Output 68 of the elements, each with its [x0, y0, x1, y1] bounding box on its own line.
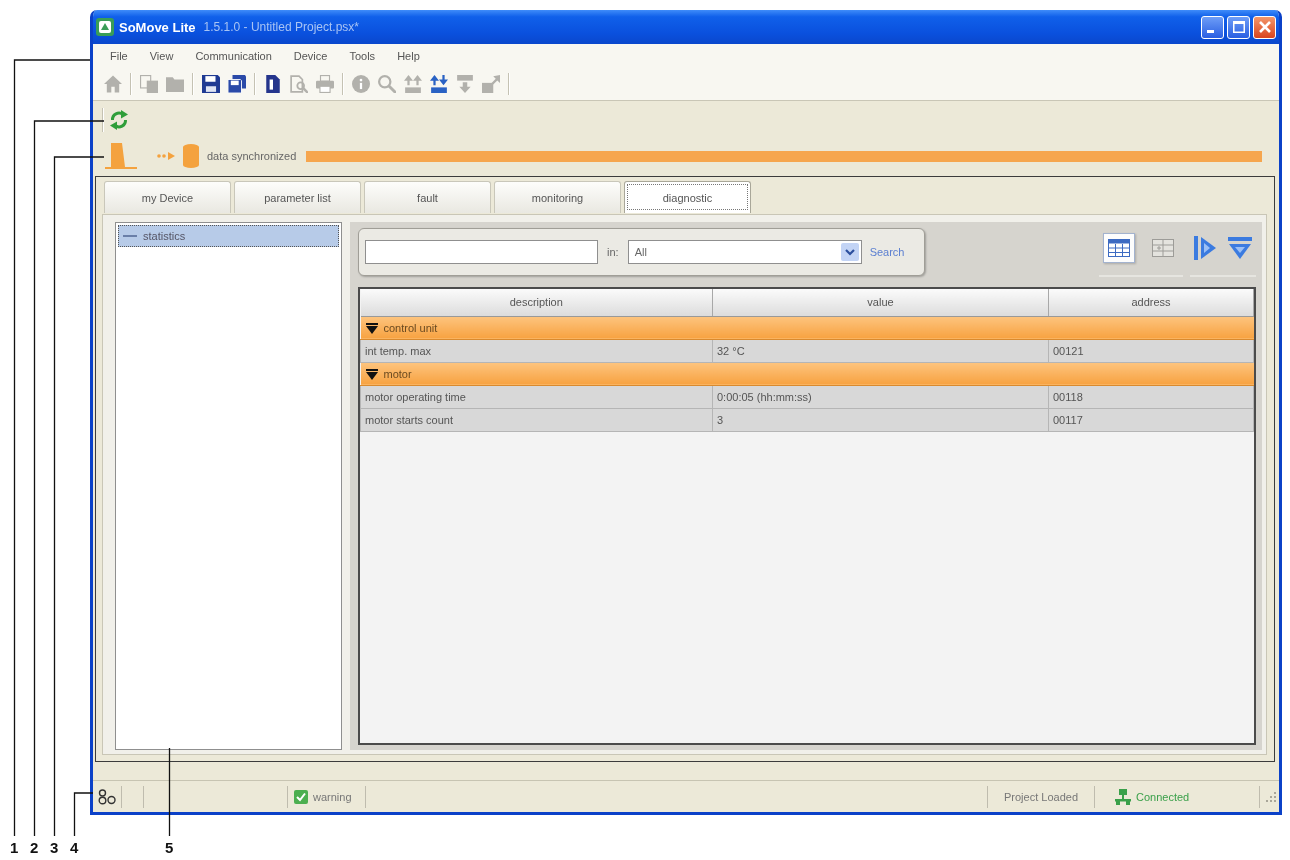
network-icon [1115, 788, 1131, 805]
table-icon [1108, 238, 1130, 257]
scope-label: in: [607, 246, 619, 258]
table-cell: 0:00:05 (hh:mm:ss) [712, 385, 1049, 408]
menu-item[interactable]: Help [393, 48, 424, 64]
maximize-icon [1232, 21, 1245, 33]
triangle-down-icon[interactable] [365, 368, 378, 380]
project-status: Project Loaded [1004, 790, 1078, 803]
group-row[interactable]: control unit [360, 316, 1254, 339]
table-cell: int temp. max [360, 339, 713, 362]
menu-item[interactable]: Communication [191, 48, 276, 64]
menu-item[interactable]: View [145, 48, 178, 64]
page-icon[interactable] [264, 75, 282, 93]
sync-status-text: data synchronized [207, 150, 297, 162]
double-arrow-icon[interactable] [430, 75, 448, 93]
floppy-disks-icon[interactable] [228, 75, 246, 93]
resize-grip-icon[interactable] [1265, 791, 1276, 802]
tree-item[interactable]: statistics [118, 225, 339, 247]
table-cell: 00118 [1048, 385, 1254, 408]
menu-item[interactable]: File [106, 48, 132, 64]
view-toggle[interactable] [1103, 232, 1135, 263]
app-name: SoMove Lite [119, 19, 196, 35]
cylinder-icon [183, 144, 199, 168]
maximize-button[interactable] [1227, 15, 1250, 39]
tab[interactable]: my Device [104, 181, 231, 213]
dotted-arrow-icon [157, 152, 175, 160]
menu-item[interactable]: Device [289, 48, 332, 64]
triangle-right-icon[interactable] [1194, 235, 1216, 260]
table-cell: 32 °C [712, 339, 1049, 362]
table-cell: motor starts count [360, 408, 713, 431]
callout-number: 1 [10, 839, 19, 856]
callout-number: 3 [50, 839, 59, 856]
scope-dropdown[interactable]: All [627, 240, 862, 264]
search-field[interactable] [365, 240, 598, 264]
group-label: motor [383, 368, 412, 381]
check-icon [294, 789, 308, 804]
table-cell: 3 [712, 408, 1049, 431]
window-title: 1.5.1.0 - Untitled Project.psx* [203, 20, 359, 34]
grid-icon [1152, 238, 1174, 257]
warning-status: warning [313, 790, 352, 803]
group-label: control unit [383, 322, 438, 335]
callout-number: 2 [30, 839, 39, 856]
connection-status: Connected [1136, 790, 1190, 803]
minimize-icon [1207, 29, 1214, 33]
tab[interactable]: fault [364, 181, 491, 213]
menu-item[interactable]: Tools [345, 48, 380, 64]
logo-icon [96, 18, 114, 36]
minimize-button[interactable] [1201, 15, 1224, 39]
tab[interactable]: monitoring [494, 181, 621, 213]
column-header[interactable]: description [360, 289, 713, 316]
column-header[interactable]: value [712, 289, 1049, 316]
triangle-down-icon[interactable] [365, 322, 378, 334]
callout-number: 4 [70, 839, 79, 856]
close-icon [1258, 21, 1271, 33]
callout-number: 5 [165, 839, 174, 856]
device-icon [105, 143, 137, 169]
table-cell: 00121 [1048, 339, 1254, 362]
close-button[interactable] [1253, 15, 1276, 39]
refresh-icon[interactable] [109, 109, 129, 130]
caret-icon[interactable] [840, 243, 859, 261]
tab[interactable]: diagnostic [624, 181, 751, 213]
tree-line-icon [123, 235, 137, 237]
table-cell: motor operating time [360, 385, 713, 408]
table-cell: 00117 [1048, 408, 1254, 431]
circles-icon [98, 788, 116, 805]
group-row[interactable]: motor [360, 362, 1254, 385]
tab[interactable]: parameter list [234, 181, 361, 213]
column-header[interactable]: address [1048, 289, 1254, 316]
